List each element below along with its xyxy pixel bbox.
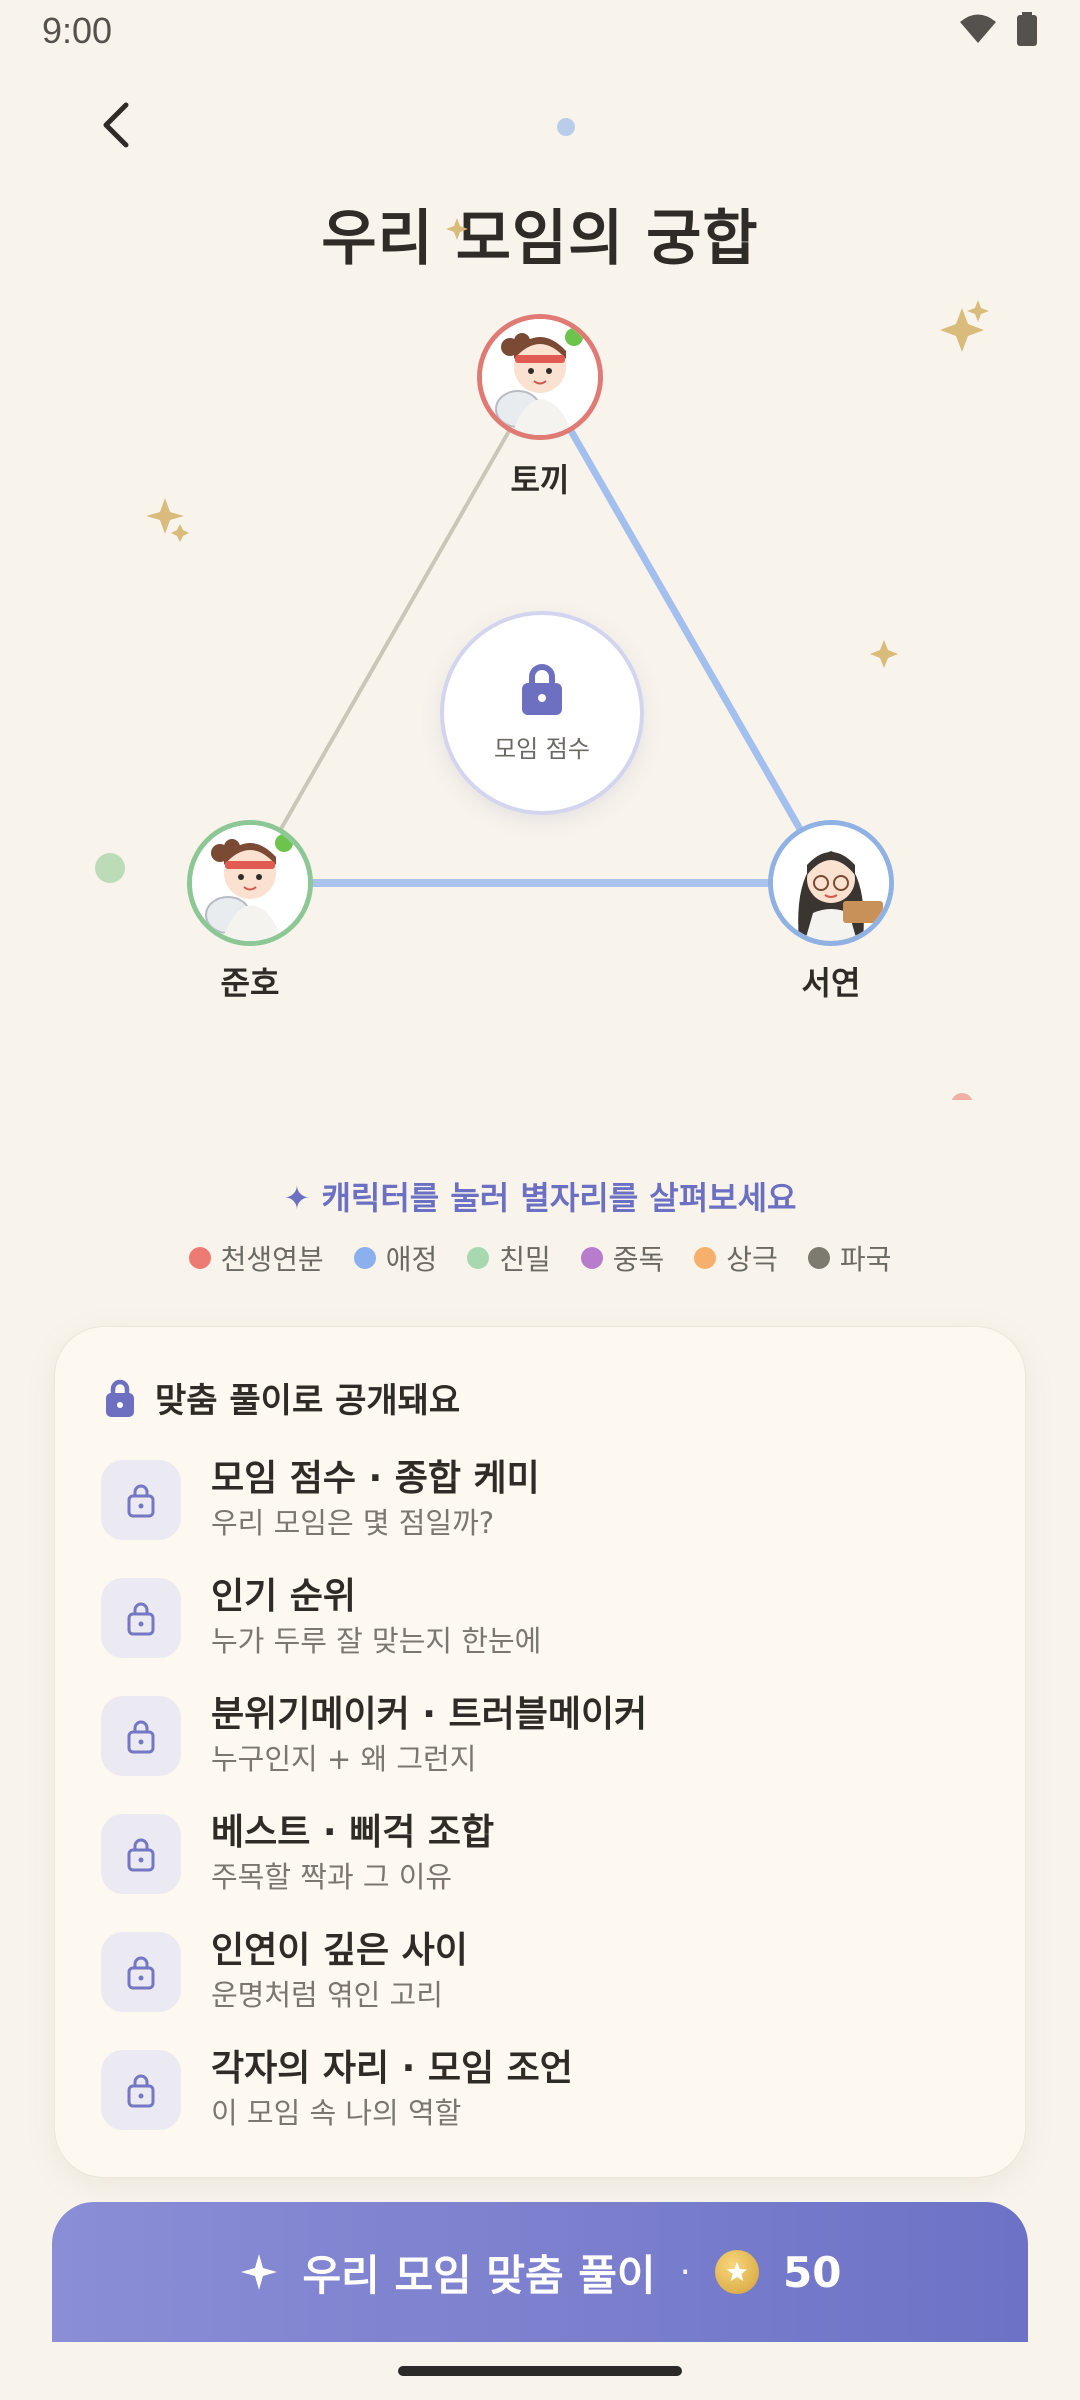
feature-item: 모임 점수 · 종합 케미 우리 모임은 몇 점일까? [101,1457,981,1543]
character-avatar [192,825,308,941]
legend-label: 천생연분 [220,1243,324,1276]
card-header: 맞춤 풀이로 공개돼요 [105,1373,460,1422]
lock-outline-icon [127,1720,155,1754]
cta-price: 50 [783,2247,842,2297]
feature-subtitle: 주목할 짝과 그 이유 [211,1860,453,1894]
feature-lock [101,1814,181,1894]
lock-icon [106,1379,134,1417]
feature-item: 인연이 깊은 사이 운명처럼 엮인 고리 [101,1929,981,2015]
group-reading-purchase-button[interactable]: 우리 모임 맞춤 풀이 · 50 [52,2202,1028,2342]
decor-dot [557,118,575,136]
sparkle-icon [146,218,989,668]
legend-dot [353,1247,376,1269]
avatar-node-right[interactable] [768,820,894,946]
group-score-lock: 모임 점수 [440,611,644,815]
lock-outline-icon [127,2074,155,2108]
legend-label: 상극 [726,1243,778,1276]
character-avatar [773,825,889,941]
avatar-node-left[interactable] [187,820,313,946]
feature-subtitle: 우리 모임은 몇 점일까? [211,1506,495,1540]
feature-title: 인연이 깊은 사이 [211,1930,468,1971]
feature-title: 베스트 · 삐걱 조합 [211,1812,495,1853]
legend-item: 천생연분 [188,1238,324,1278]
decor-dot [95,853,125,883]
cta-label: 우리 모임 맞춤 풀이 [302,2250,656,2300]
feature-item: 각자의 자리 · 모임 조언 이 모임 속 나의 역할 [101,2047,981,2133]
legend-item: 애정 [353,1238,438,1278]
legend-label: 친밀 [499,1243,551,1276]
feature-title: 분위기메이커 · 트러블메이커 [211,1694,648,1735]
feature-lock [101,1578,181,1658]
lock-outline-icon [127,1484,155,1518]
constellation-graph [95,118,989,1100]
legend-item: 중독 [580,1238,665,1278]
legend-dot [580,1247,603,1269]
node-label-left: 준호 [220,964,280,1002]
legend-label: 애정 [385,1243,438,1276]
feature-lock [101,1460,181,1540]
sparkle-icon [240,2254,277,2290]
legend-dot [807,1247,830,1269]
feature-title: 각자의 자리 · 모임 조언 [211,2048,573,2089]
feature-item: 베스트 · 삐걱 조합 주목할 짝과 그 이유 [101,1811,981,1897]
legend-item: 상극 [694,1238,778,1278]
node-label-right: 서연 [801,964,861,1002]
feature-title: 모임 점수 · 종합 케미 [211,1458,540,1499]
legend-dot [694,1247,717,1269]
feature-item: 분위기메이커 · 트러블메이커 누구인지 + 왜 그런지 [101,1693,981,1779]
decor-dot [951,1093,973,1100]
cta-separator: · [679,2251,691,2293]
legend-item: 파국 [807,1238,892,1278]
sparkle-icon: ✦ [283,1179,311,1217]
constellation-hint: ✦ 캐릭터를 눌러 별자리를 살펴보세요 [0,1173,1080,1219]
hint-text: 캐릭터를 눌러 별자리를 살펴보세요 [321,1179,797,1217]
feature-subtitle: 누구인지 + 왜 그런지 [211,1742,477,1776]
card-title: 맞춤 풀이로 공개돼요 [155,1381,461,1421]
home-indicator[interactable] [398,2366,682,2376]
lock-icon [522,663,562,715]
lock-outline-icon [127,1838,155,1872]
feature-lock [101,1932,181,2012]
feature-title: 인기 순위 [211,1576,357,1617]
feature-subtitle: 이 모임 속 나의 역할 [211,2096,462,2130]
legend-dot [188,1247,211,1269]
group-score-label: 모임 점수 [494,734,590,763]
lock-outline-icon [127,1602,155,1636]
feature-lock [101,1696,181,1776]
locked-features-card: 맞춤 풀이로 공개돼요 모임 점수 · 종합 케미 우리 모임은 몇 점일까? … [54,1326,1026,2178]
feature-subtitle: 누가 두루 잘 맞는지 한눈에 [211,1624,542,1658]
legend-label: 중독 [612,1243,665,1276]
legend-item: 친밀 [467,1238,551,1278]
feature-lock [101,2050,181,2130]
feature-subtitle: 운명처럼 엮인 고리 [211,1978,443,2012]
legend-label: 파국 [839,1243,892,1276]
node-label-top: 토끼 [510,461,570,499]
avatar-node-top[interactable] [477,314,603,440]
relation-legend: 천생연분 애정 친밀 중독 상극 파국 [0,1238,1080,1278]
feature-item: 인기 순위 누가 두루 잘 맞는지 한눈에 [101,1575,981,1661]
legend-dot [467,1247,490,1269]
coin-icon [715,2250,759,2294]
character-avatar [482,319,598,435]
lock-outline-icon [127,1956,155,1990]
